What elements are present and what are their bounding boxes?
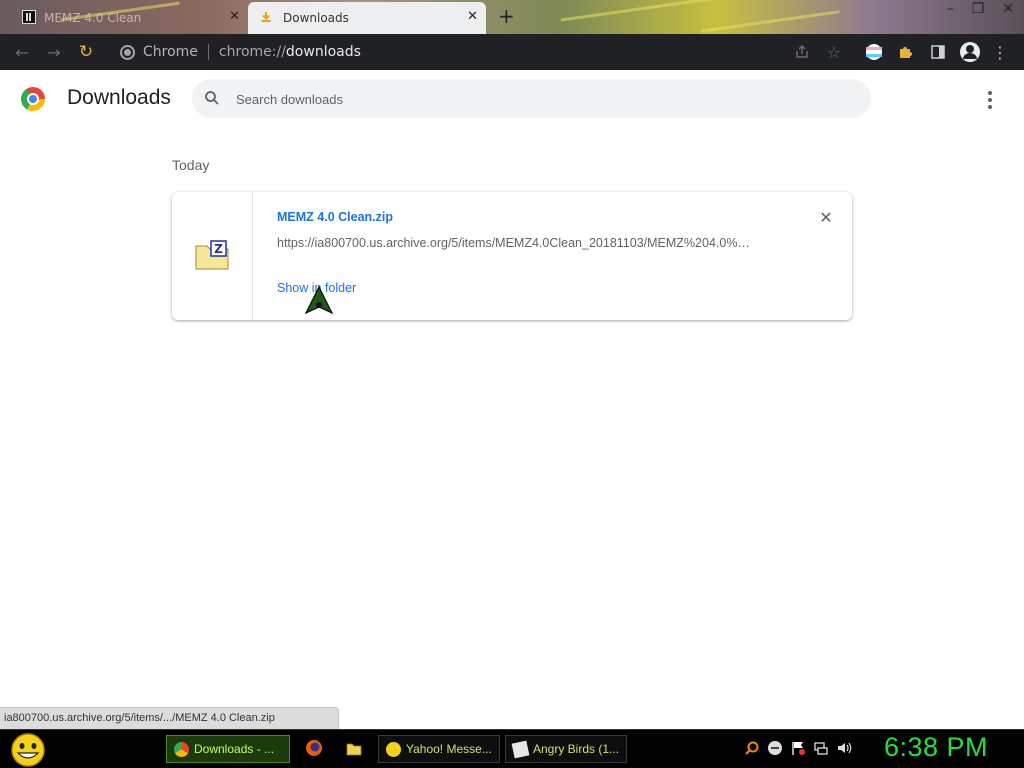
system-tray bbox=[744, 740, 852, 756]
restore-icon[interactable]: ❐ bbox=[972, 1, 985, 17]
chrome-icon bbox=[174, 741, 189, 757]
file-icon-column: Z bbox=[172, 192, 253, 320]
taskbar-button-label: Downloads - ... bbox=[194, 742, 275, 756]
remove-download-icon[interactable]: ✕ bbox=[818, 210, 834, 226]
volume-icon[interactable] bbox=[836, 740, 852, 756]
chrome-page-icon bbox=[120, 44, 135, 60]
minimize-icon[interactable]: – bbox=[947, 1, 954, 17]
search-bar[interactable] bbox=[192, 79, 871, 118]
taskbar-button-label: Yahoo! Messe... bbox=[406, 742, 492, 756]
omnibox-divider bbox=[207, 44, 209, 60]
action-center-flag-icon[interactable] bbox=[790, 740, 806, 756]
account-avatar-icon[interactable] bbox=[958, 40, 982, 64]
close-tab-icon[interactable]: ✕ bbox=[467, 9, 478, 24]
download-favicon-icon bbox=[261, 12, 271, 22]
extensions-puzzle-icon[interactable] bbox=[896, 42, 916, 62]
forward-arrow-icon[interactable]: → bbox=[44, 42, 64, 62]
notepad-icon bbox=[511, 740, 530, 758]
downloads-page: Downloads Today Z MEMZ 4.0 Clean.zip htt… bbox=[0, 70, 1024, 730]
mouse-cursor-icon bbox=[304, 286, 334, 314]
yahoo-messenger-icon bbox=[386, 741, 401, 757]
url-scheme: chrome:// bbox=[218, 44, 286, 60]
screen: MEMZ 4.0 Clean ✕ Downloads ✕ + – ❐ ✕ ← →… bbox=[0, 0, 1024, 768]
messenger-status-icon[interactable] bbox=[767, 740, 783, 756]
firefox-icon[interactable] bbox=[305, 739, 323, 757]
share-icon[interactable] bbox=[792, 42, 812, 62]
browser-toolbar: ← → ↻ Chrome chrome:// downloads ☆ ⋮ bbox=[0, 34, 1024, 70]
taskbar-clock[interactable]: 6:38 PM bbox=[884, 732, 988, 763]
close-window-icon[interactable]: ✕ bbox=[1002, 1, 1014, 17]
reload-icon[interactable]: ↻ bbox=[76, 42, 96, 62]
bookmark-star-icon[interactable]: ☆ bbox=[824, 42, 844, 62]
taskbar-button-downloads[interactable]: Downloads - ... bbox=[166, 735, 290, 763]
download-source-url: https://ia800700.us.archive.org/5/items/… bbox=[277, 236, 750, 250]
network-icon[interactable] bbox=[813, 740, 829, 756]
tab-title: MEMZ 4.0 Clean bbox=[44, 11, 142, 25]
wallpaper-streak bbox=[560, 0, 740, 22]
archive-favicon-icon bbox=[22, 10, 36, 24]
search-input[interactable] bbox=[236, 89, 836, 109]
zip-file-icon: Z bbox=[195, 240, 229, 270]
tab-strip: MEMZ 4.0 Clean ✕ Downloads ✕ + – ❐ ✕ bbox=[0, 0, 1024, 34]
window-controls: – ❐ ✕ bbox=[947, 1, 1014, 17]
back-arrow-icon[interactable]: ← bbox=[12, 42, 32, 62]
taskbar-button-angry-birds[interactable]: Angry Birds (1... bbox=[505, 735, 627, 763]
omnibox-site-label: Chrome bbox=[143, 44, 198, 60]
folder-icon[interactable] bbox=[345, 739, 363, 757]
tab-downloads[interactable]: Downloads ✕ bbox=[248, 2, 486, 34]
url-host: downloads bbox=[285, 44, 361, 60]
close-tab-icon[interactable]: ✕ bbox=[229, 9, 240, 24]
tab-memz[interactable]: MEMZ 4.0 Clean ✕ bbox=[14, 2, 248, 34]
svg-text:Z: Z bbox=[214, 242, 223, 256]
taskbar-button-label: Angry Birds (1... bbox=[533, 742, 620, 756]
more-actions-icon[interactable] bbox=[980, 88, 1000, 112]
taskbar-button-yahoo-messenger[interactable]: Yahoo! Messe... bbox=[378, 735, 500, 763]
taskbar: Downloads - ... Yahoo! Messe... Angry Bi… bbox=[0, 729, 1024, 768]
link-status-bubble: ia800700.us.archive.org/5/items/.../MEMZ… bbox=[0, 707, 339, 729]
page-title: Downloads bbox=[67, 86, 171, 109]
new-tab-button[interactable]: + bbox=[498, 5, 515, 27]
chrome-logo-icon bbox=[21, 87, 45, 111]
download-item-card: Z MEMZ 4.0 Clean.zip https://ia800700.us… bbox=[172, 192, 852, 320]
start-smiley-icon[interactable] bbox=[8, 732, 48, 768]
profile-flag-icon[interactable] bbox=[864, 42, 884, 62]
search-icon[interactable] bbox=[204, 90, 220, 106]
download-file-name-link[interactable]: MEMZ 4.0 Clean.zip bbox=[277, 210, 393, 224]
address-bar[interactable]: Chrome chrome:// downloads bbox=[108, 38, 852, 66]
chrome-menu-icon[interactable]: ⋮ bbox=[990, 42, 1010, 62]
search-magnifier-icon[interactable] bbox=[744, 740, 760, 756]
date-section-label: Today bbox=[172, 157, 210, 173]
tab-title: Downloads bbox=[283, 11, 349, 25]
side-panel-icon[interactable] bbox=[928, 42, 948, 62]
wallpaper-streak bbox=[700, 10, 840, 33]
